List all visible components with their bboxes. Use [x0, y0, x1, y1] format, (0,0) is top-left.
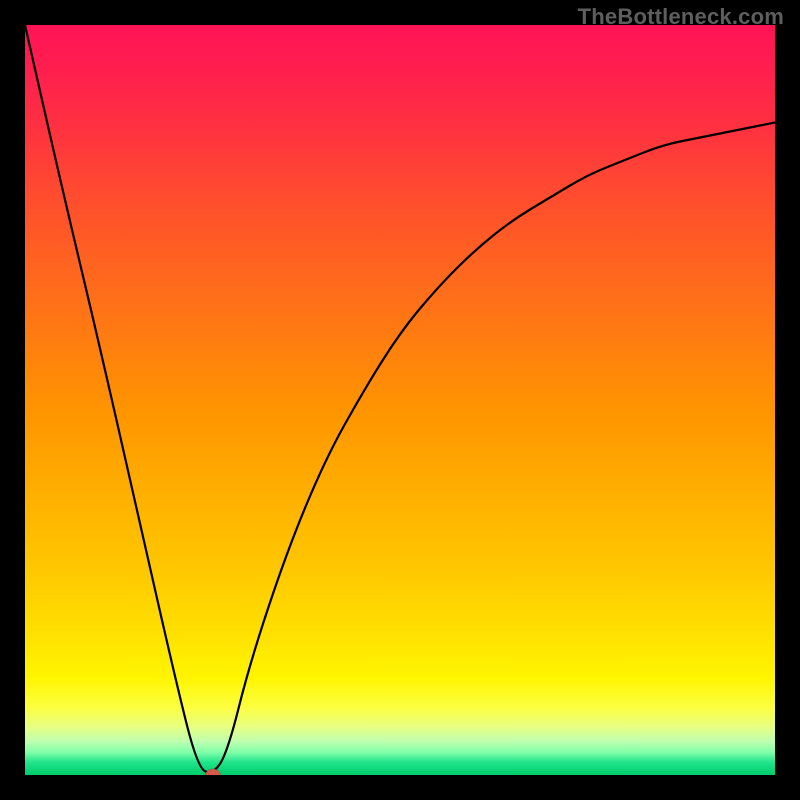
watermark-label: TheBottleneck.com	[578, 4, 784, 30]
bottleneck-curve	[25, 25, 775, 775]
plot-area	[25, 25, 775, 775]
optimal-point-marker	[205, 769, 220, 775]
chart-frame: TheBottleneck.com	[0, 0, 800, 800]
